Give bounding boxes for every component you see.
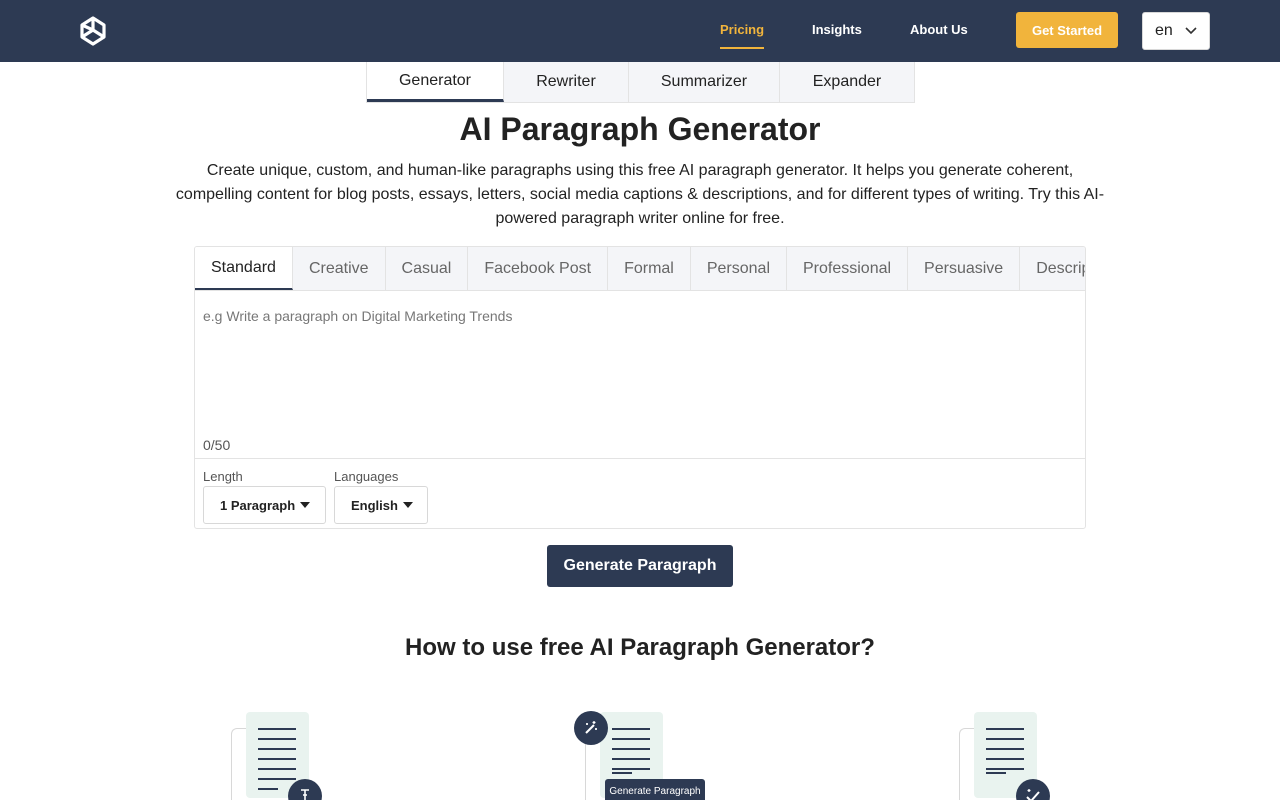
get-started-button[interactable]: Get Started xyxy=(1016,12,1118,48)
magic-check-icon xyxy=(1016,779,1050,800)
caret-down-icon xyxy=(402,502,413,508)
generate-paragraph-button[interactable]: Generate Paragraph xyxy=(547,545,733,587)
tone-tabs: Standard Creative Casual Facebook Post F… xyxy=(195,247,1085,291)
generate-paragraph-illustration-button: Generate Paragraph xyxy=(605,779,705,800)
length-value: 1 Paragraph xyxy=(220,497,296,513)
languages-label: Languages xyxy=(334,469,399,484)
top-navbar: Pricing Insights About Us Get Started en xyxy=(0,0,1280,62)
tone-tab-professional[interactable]: Professional xyxy=(787,247,909,290)
tone-tab-standard[interactable]: Standard xyxy=(195,247,293,290)
prompt-input[interactable] xyxy=(195,291,1085,431)
page-description: Create unique, custom, and human-like pa… xyxy=(175,162,1105,227)
chevron-down-icon xyxy=(1185,27,1197,35)
nav-insights[interactable]: Insights xyxy=(812,22,862,37)
tone-tab-facebook-post[interactable]: Facebook Post xyxy=(468,247,609,290)
card-divider xyxy=(195,458,1085,459)
tab-expander[interactable]: Expander xyxy=(780,62,914,102)
tab-summarizer[interactable]: Summarizer xyxy=(629,62,780,102)
tool-tabs: Generator Rewriter Summarizer Expander xyxy=(366,62,915,103)
tab-rewriter[interactable]: Rewriter xyxy=(504,62,629,102)
magic-wand-icon xyxy=(574,711,608,745)
tone-tab-creative[interactable]: Creative xyxy=(293,247,386,290)
nav-active-underline xyxy=(720,47,764,49)
caret-down-icon xyxy=(300,502,311,508)
length-select[interactable]: 1 Paragraph xyxy=(203,486,326,524)
character-counter: 0/50 xyxy=(203,437,231,453)
how-to-title: How to use free AI Paragraph Generator? xyxy=(405,634,875,661)
nav-pricing[interactable]: Pricing xyxy=(720,22,764,37)
tone-tab-formal[interactable]: Formal xyxy=(608,247,691,290)
languages-value: English xyxy=(351,497,398,513)
tone-tab-personal[interactable]: Personal xyxy=(691,247,787,290)
tone-tab-persuasive[interactable]: Persuasive xyxy=(908,247,1021,290)
tone-tab-descriptive[interactable]: Descriptive xyxy=(1020,247,1085,290)
language-select[interactable]: en xyxy=(1142,12,1210,50)
brand-logo-icon[interactable] xyxy=(79,16,107,46)
languages-select[interactable]: English xyxy=(334,486,428,524)
text-cursor-icon xyxy=(288,779,322,800)
tab-generator[interactable]: Generator xyxy=(367,62,504,102)
page-title: AI Paragraph Generator xyxy=(459,111,821,147)
length-label: Length xyxy=(203,469,243,484)
nav-about-us[interactable]: About Us xyxy=(910,22,968,37)
editor-card: Standard Creative Casual Facebook Post F… xyxy=(194,246,1086,529)
tone-tab-casual[interactable]: Casual xyxy=(386,247,469,290)
language-value: en xyxy=(1155,22,1173,39)
